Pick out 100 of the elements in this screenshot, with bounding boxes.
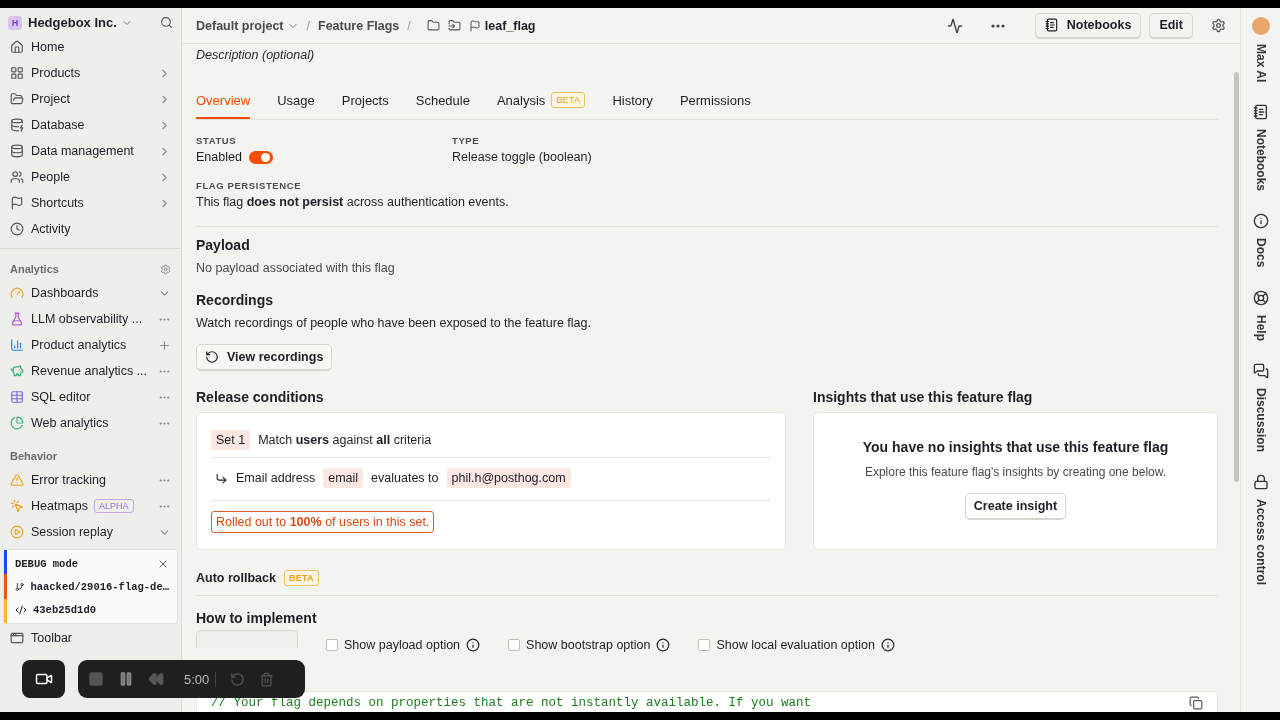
nav-item[interactable]: Error tracking [31, 473, 151, 487]
rewind-icon[interactable] [148, 671, 164, 687]
more-button[interactable] [990, 23, 1005, 28]
info-icon[interactable] [466, 638, 481, 652]
nav-item[interactable]: Project [31, 92, 151, 106]
payload-text: No payload associated with this flag [196, 261, 396, 275]
section-heading: Payload [196, 237, 251, 253]
camera-button[interactable] [22, 660, 65, 698]
nav-icon [10, 92, 24, 106]
property-name: Email address [236, 471, 316, 485]
branch-icon [15, 580, 25, 593]
create-insight-button[interactable]: Create insight [964, 493, 1067, 520]
nav-item[interactable]: Session replay [31, 525, 151, 539]
section-heading: How to implement [196, 610, 318, 626]
tab[interactable]: Projects [341, 86, 389, 119]
arrow-icon [215, 471, 228, 485]
restart-icon[interactable] [230, 671, 246, 687]
rollout-notice: Rolled out to 100% of users in this set. [211, 511, 435, 533]
nav-item[interactable]: Revenue analytics ... [31, 364, 151, 378]
notebooks-button[interactable]: Notebooks [1034, 12, 1142, 39]
flag-name: leaf_flag [484, 18, 536, 33]
breadcrumb[interactable]: Default project [196, 18, 299, 33]
tab[interactable]: Schedule [415, 86, 470, 119]
condition-value: phil.h@posthog.com [446, 468, 571, 488]
nav-item[interactable]: SQL editor [31, 390, 151, 404]
nav-item[interactable]: Activity [31, 222, 171, 236]
nav-item[interactable]: Home [31, 40, 171, 54]
nav-item[interactable]: People [31, 170, 151, 184]
nav-icon [10, 144, 24, 158]
nav-item[interactable]: Heatmaps ALPHA [31, 499, 151, 513]
side-panel-tab[interactable]: Notebooks [1252, 104, 1269, 192]
trash-icon[interactable] [259, 671, 275, 687]
pause-icon[interactable] [118, 671, 134, 687]
set-label: Set 1 [211, 430, 251, 450]
breadcrumb[interactable]: Feature Flags [318, 18, 400, 33]
org-avatar: H [8, 15, 22, 30]
edit-button[interactable]: Edit [1149, 12, 1193, 39]
tab[interactable]: Analysis BETA [496, 86, 586, 119]
field-label: STATUS [196, 135, 238, 146]
checkbox[interactable] [698, 639, 711, 651]
side-panel-tab[interactable]: Docs [1252, 213, 1269, 268]
branch-name: haacked/29016-flag-de… [30, 580, 169, 593]
empty-text: Explore this feature flag's insights by creating one below. [864, 465, 1167, 479]
match-text: Match users against all criteria [258, 433, 432, 447]
nav-item[interactable]: Product analytics [31, 338, 151, 352]
tab[interactable]: Usage [277, 86, 315, 119]
section-title: Analytics [10, 263, 59, 275]
operator-text: evaluates to [371, 471, 439, 485]
option-label: Show bootstrap option [526, 638, 651, 652]
nav-icon [10, 312, 24, 326]
nav-icon [10, 170, 24, 184]
nav-item[interactable]: Data management [31, 144, 151, 158]
checkbox[interactable] [508, 639, 521, 651]
nav-item[interactable]: LLM observability ... [31, 312, 151, 326]
tab[interactable]: Permissions [679, 86, 751, 119]
tab[interactable]: History [612, 86, 653, 119]
field-label: FLAG PERSISTENCE [196, 180, 303, 191]
flag-icon [468, 19, 481, 32]
plus-icon[interactable] [158, 338, 171, 352]
replay-icon [205, 350, 219, 364]
org-switcher[interactable]: Hedgebox Inc. [28, 15, 154, 30]
rail-icon [1252, 213, 1269, 230]
side-panel-tab[interactable]: Help [1252, 289, 1269, 341]
settings-icon[interactable] [1211, 18, 1226, 33]
nav-item[interactable]: Dashboards [31, 286, 151, 300]
activity-icon[interactable] [946, 17, 963, 34]
rail-icon [1252, 289, 1269, 306]
info-icon[interactable] [656, 638, 671, 652]
persistence-text: This flag does not persist across authentication events. [196, 195, 509, 209]
folder-move-icon[interactable] [447, 19, 461, 32]
empty-title: You have no insights that use this feature flag [862, 439, 1169, 455]
stop-icon[interactable] [88, 671, 104, 687]
nav-icon [10, 196, 24, 210]
status-value: Enabled [196, 150, 242, 164]
side-panel-tab[interactable]: Discussion [1252, 362, 1269, 452]
nav-item[interactable]: Database [31, 118, 151, 132]
side-panel-tab[interactable]: Access control [1252, 473, 1269, 585]
view-recordings-button[interactable]: View recordings [196, 344, 333, 371]
description-field[interactable]: Description (optional) [196, 48, 1218, 70]
info-icon[interactable] [880, 638, 895, 652]
copy-icon[interactable] [1189, 696, 1203, 710]
nav-item[interactable]: Products [31, 66, 151, 80]
nav-item[interactable]: Shortcuts [31, 196, 151, 210]
status-toggle[interactable] [248, 150, 273, 164]
more-icon [990, 23, 1005, 28]
recordings-text: Watch recordings of people who have been exposed to the feature flag. [196, 316, 592, 330]
folder-icon[interactable] [426, 19, 440, 32]
side-panel-tab[interactable]: Max AI [1251, 17, 1270, 83]
nav-item[interactable]: Web analytics [31, 416, 151, 430]
scrollbar-thumb[interactable] [1233, 72, 1239, 482]
nav-item[interactable]: Toolbar [31, 631, 171, 645]
nav-icon [10, 525, 24, 539]
checkbox[interactable] [326, 639, 338, 651]
nav-icon [10, 222, 24, 236]
auto-rollback-label: Auto rollback [196, 571, 276, 585]
rail-icon [1252, 473, 1269, 490]
breadcrumb-separator: / [306, 18, 310, 33]
beta-badge: BETA [551, 92, 586, 108]
search-icon[interactable] [160, 16, 173, 29]
option-label: Show local evaluation option [716, 638, 875, 652]
